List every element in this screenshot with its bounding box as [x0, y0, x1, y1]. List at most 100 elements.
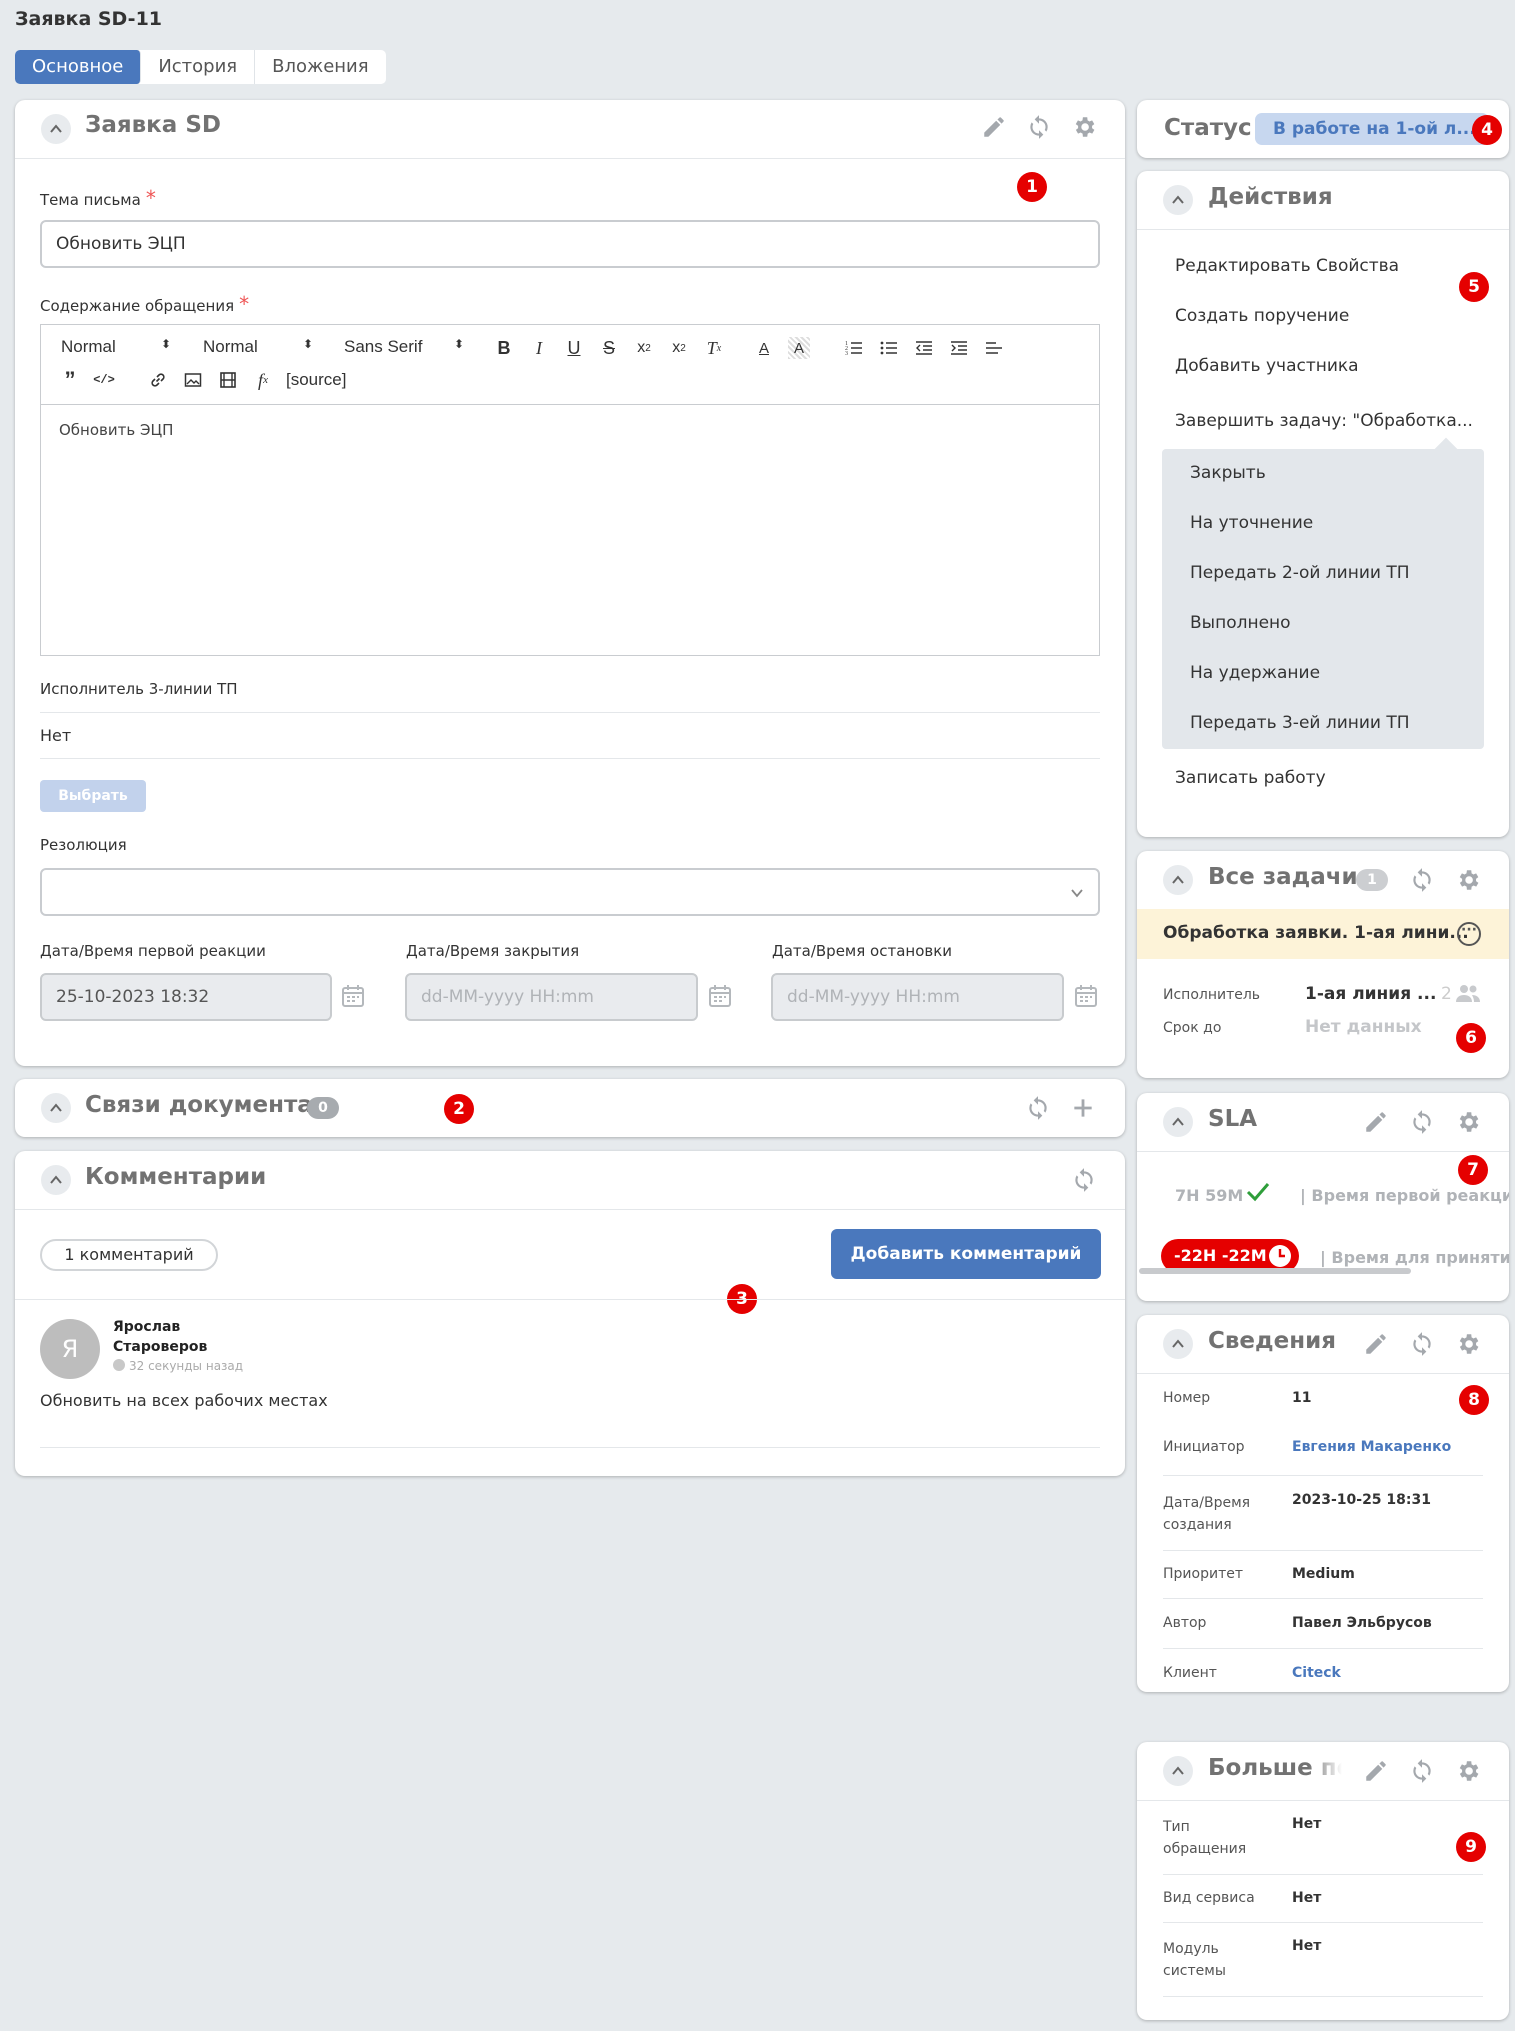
close-date-field[interactable]: dd-MM-yyyy HH:mm: [405, 973, 698, 1021]
calendar-icon[interactable]: [339, 982, 367, 1014]
marker-5: 5: [1459, 272, 1489, 302]
sla-scrollbar[interactable]: [1139, 1268, 1411, 1274]
task-row[interactable]: Обработка заявки. 1-ая лини... ···: [1137, 909, 1509, 959]
superscript-icon[interactable]: x2: [668, 337, 690, 359]
stop-date-field[interactable]: dd-MM-yyyy HH:mm: [771, 973, 1064, 1021]
gear-icon[interactable]: [1455, 1331, 1481, 1357]
submenu-done[interactable]: Выполнено: [1190, 613, 1291, 633]
font-select[interactable]: Sans Serif ⬍: [344, 337, 464, 357]
tab-attachments[interactable]: Вложения: [255, 50, 385, 84]
gear-icon[interactable]: [1455, 1109, 1481, 1135]
submenu-transfer-line3[interactable]: Передать 3-ей линии ТП: [1190, 713, 1410, 733]
collapse-button[interactable]: [1163, 1756, 1193, 1786]
tasks-card: Все задачи 1 Обработка заявки. 1-ая лини…: [1137, 851, 1509, 1078]
collapse-button[interactable]: [41, 1165, 71, 1195]
edit-icon[interactable]: [1363, 1758, 1389, 1784]
subscript-icon[interactable]: x2: [633, 337, 655, 359]
gear-icon[interactable]: [1455, 1758, 1481, 1784]
chevron-up-icon: [1172, 1339, 1184, 1348]
page-title: Заявка SD-11: [15, 8, 163, 30]
first-reaction-label: Дата/Время первой реакции: [40, 942, 266, 960]
blockquote-icon[interactable]: ”: [59, 367, 81, 392]
ordered-list-icon[interactable]: 123: [843, 337, 865, 359]
tab-bar: Основное История Вложения: [15, 50, 386, 84]
more-system-module-value: Нет: [1292, 1938, 1322, 1954]
collapse-button[interactable]: [41, 1093, 71, 1123]
refresh-icon[interactable]: [1409, 867, 1435, 893]
link-icon[interactable]: [147, 369, 169, 391]
info-client-link[interactable]: Citeck: [1292, 1665, 1341, 1681]
refresh-icon[interactable]: [1409, 1758, 1435, 1784]
executor-value: Нет: [40, 726, 72, 745]
stop-date-label: Дата/Время остановки: [772, 942, 953, 960]
source-button[interactable]: [source]: [286, 370, 346, 390]
chevron-up-icon: [50, 124, 62, 133]
format-select[interactable]: Normal ⬍: [61, 337, 171, 357]
background-color-icon[interactable]: A: [788, 337, 810, 359]
collapse-button[interactable]: [41, 114, 71, 144]
participants-count: 2: [1441, 984, 1452, 1004]
edit-icon[interactable]: [1363, 1331, 1389, 1357]
action-complete-task[interactable]: Завершить задачу: "Обработка...: [1175, 411, 1473, 431]
collapse-button[interactable]: [1163, 865, 1193, 895]
subject-field[interactable]: Обновить ЭЦП: [40, 220, 1100, 268]
task-title[interactable]: Обработка заявки. 1-ая лини...: [1163, 923, 1469, 943]
gear-icon[interactable]: [1071, 114, 1097, 140]
tab-main[interactable]: Основное: [15, 50, 142, 84]
more-service-type-label: Вид сервиса: [1163, 1890, 1255, 1906]
underline-icon[interactable]: U: [563, 337, 585, 359]
calendar-icon[interactable]: [1072, 982, 1100, 1014]
more-icon[interactable]: ···: [1457, 922, 1481, 946]
complete-task-submenu: Закрыть На уточнение Передать 2-ой линии…: [1162, 437, 1484, 749]
card-title: Связи документа: [85, 1092, 313, 1118]
refresh-icon[interactable]: [1409, 1109, 1435, 1135]
add-comment-button[interactable]: Добавить комментарий: [831, 1229, 1101, 1279]
image-icon[interactable]: [182, 369, 204, 391]
collapse-button[interactable]: [1163, 1329, 1193, 1359]
action-add-participant[interactable]: Добавить участника: [1175, 356, 1359, 376]
info-number-value: 11: [1292, 1390, 1312, 1406]
refresh-icon[interactable]: [1071, 1167, 1097, 1193]
edit-icon[interactable]: [981, 114, 1007, 140]
task-executor-label: Исполнитель: [1163, 987, 1261, 1003]
align-icon[interactable]: [983, 337, 1005, 359]
submenu-clarify[interactable]: На уточнение: [1190, 513, 1313, 533]
refresh-icon[interactable]: [1026, 114, 1052, 140]
calendar-icon[interactable]: [706, 982, 734, 1014]
info-initiator-link[interactable]: Евгения Макаренко: [1292, 1439, 1451, 1455]
collapse-button[interactable]: [1163, 185, 1193, 215]
status-card: Статус В работе на 1-ой л... 4: [1137, 100, 1509, 158]
bold-icon[interactable]: B: [493, 337, 515, 359]
strike-icon[interactable]: S: [598, 337, 620, 359]
clear-format-icon[interactable]: Tx: [703, 337, 725, 359]
formula-icon[interactable]: fx: [252, 369, 274, 391]
refresh-icon[interactable]: [1025, 1095, 1051, 1121]
indent-icon[interactable]: [948, 337, 970, 359]
submenu-hold[interactable]: На удержание: [1190, 663, 1320, 683]
action-edit-properties[interactable]: Редактировать Свойства: [1175, 256, 1399, 276]
code-icon[interactable]: </>: [93, 369, 115, 391]
refresh-icon[interactable]: [1409, 1331, 1435, 1357]
editor-body[interactable]: Обновить ЭЦП: [59, 421, 173, 439]
italic-icon[interactable]: I: [528, 337, 550, 359]
submenu-transfer-line2[interactable]: Передать 2-ой линии ТП: [1190, 563, 1410, 583]
select-button[interactable]: Выбрать: [40, 780, 146, 812]
video-icon[interactable]: [217, 369, 239, 391]
submenu-close[interactable]: Закрыть: [1190, 463, 1266, 483]
outdent-icon[interactable]: [913, 337, 935, 359]
gear-icon[interactable]: [1455, 867, 1481, 893]
card-title: SLA: [1208, 1106, 1258, 1132]
collapse-button[interactable]: [1163, 1107, 1193, 1137]
resolution-select[interactable]: [40, 868, 1100, 916]
plus-icon[interactable]: [1070, 1095, 1096, 1121]
bullet-list-icon[interactable]: [878, 337, 900, 359]
tab-history[interactable]: История: [141, 50, 256, 84]
card-title: Все задачи: [1208, 864, 1358, 890]
edit-icon[interactable]: [1363, 1109, 1389, 1135]
action-create-order[interactable]: Создать поручение: [1175, 306, 1349, 326]
action-log-work[interactable]: Записать работу: [1175, 768, 1326, 788]
text-color-icon[interactable]: A: [753, 337, 775, 359]
size-select[interactable]: Normal ⬍: [203, 337, 313, 357]
first-reaction-field[interactable]: 25-10-2023 18:32: [40, 973, 332, 1021]
more-service-type-value: Нет: [1292, 1890, 1322, 1906]
